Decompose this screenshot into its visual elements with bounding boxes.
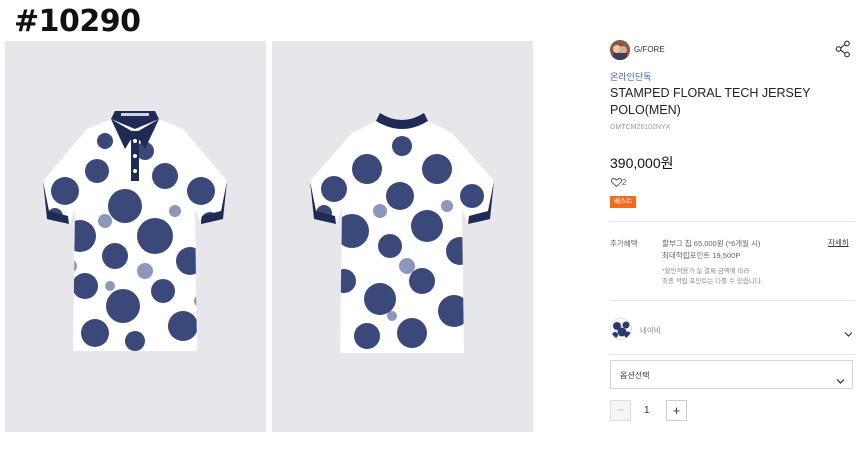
product-image-front[interactable] — [5, 41, 266, 432]
product-image-back[interactable] — [272, 41, 533, 432]
best-badge: 베스트 — [610, 196, 636, 208]
product-code: GMTCM26102NYX — [610, 124, 671, 131]
heart-icon — [611, 178, 622, 188]
brand-row: G/FORE — [610, 40, 855, 60]
quantity-value: 1 — [644, 405, 650, 416]
benefits-label: 추가혜택 — [610, 239, 638, 248]
color-swatch — [610, 318, 632, 340]
brand-name[interactable]: G/FORE — [634, 45, 665, 54]
overlay-id-label: #10290 — [14, 4, 141, 39]
chevron-down-icon — [844, 325, 853, 337]
points-note-line1: *할인적용가 실 결제 금액에 따라 — [662, 268, 750, 275]
option-select-dropdown[interactable]: 옵션선택 — [610, 360, 853, 389]
option-select-label: 옵션선택 — [620, 371, 650, 380]
quantity-decrease-button[interactable]: − — [610, 400, 631, 421]
color-option-selector[interactable]: 네이비 — [610, 318, 855, 340]
installment-info: 할부그 칩 65,000원 (*6개월 시) — [662, 239, 761, 248]
quantity-increase-button[interactable]: + — [666, 400, 687, 421]
max-points-info: 최대적립포인트 19,500P — [662, 251, 741, 260]
points-note-line2: 최종 적립 포인트는 다를 수 있습니다. — [662, 278, 763, 285]
share-icon[interactable] — [835, 40, 851, 58]
polo-front-illustration — [43, 111, 227, 351]
divider — [610, 300, 855, 301]
chevron-down-icon — [836, 372, 845, 384]
benefits-detail-link[interactable]: 자세히 — [828, 237, 849, 248]
color-option-name: 네이비 — [640, 326, 661, 335]
product-title: STAMPED FLORAL TECH JERSEY POLO(MEN) — [610, 86, 811, 117]
divider — [610, 221, 855, 222]
quantity-stepper: − 1 + — [610, 400, 730, 422]
product-price: 390,000원 — [610, 155, 674, 171]
brand-logo[interactable] — [610, 40, 630, 60]
polo-back-illustration — [310, 113, 494, 353]
divider — [610, 354, 855, 355]
online-exclusive-label: 온라인단독 — [610, 72, 652, 82]
like-count: 2 — [622, 178, 627, 187]
